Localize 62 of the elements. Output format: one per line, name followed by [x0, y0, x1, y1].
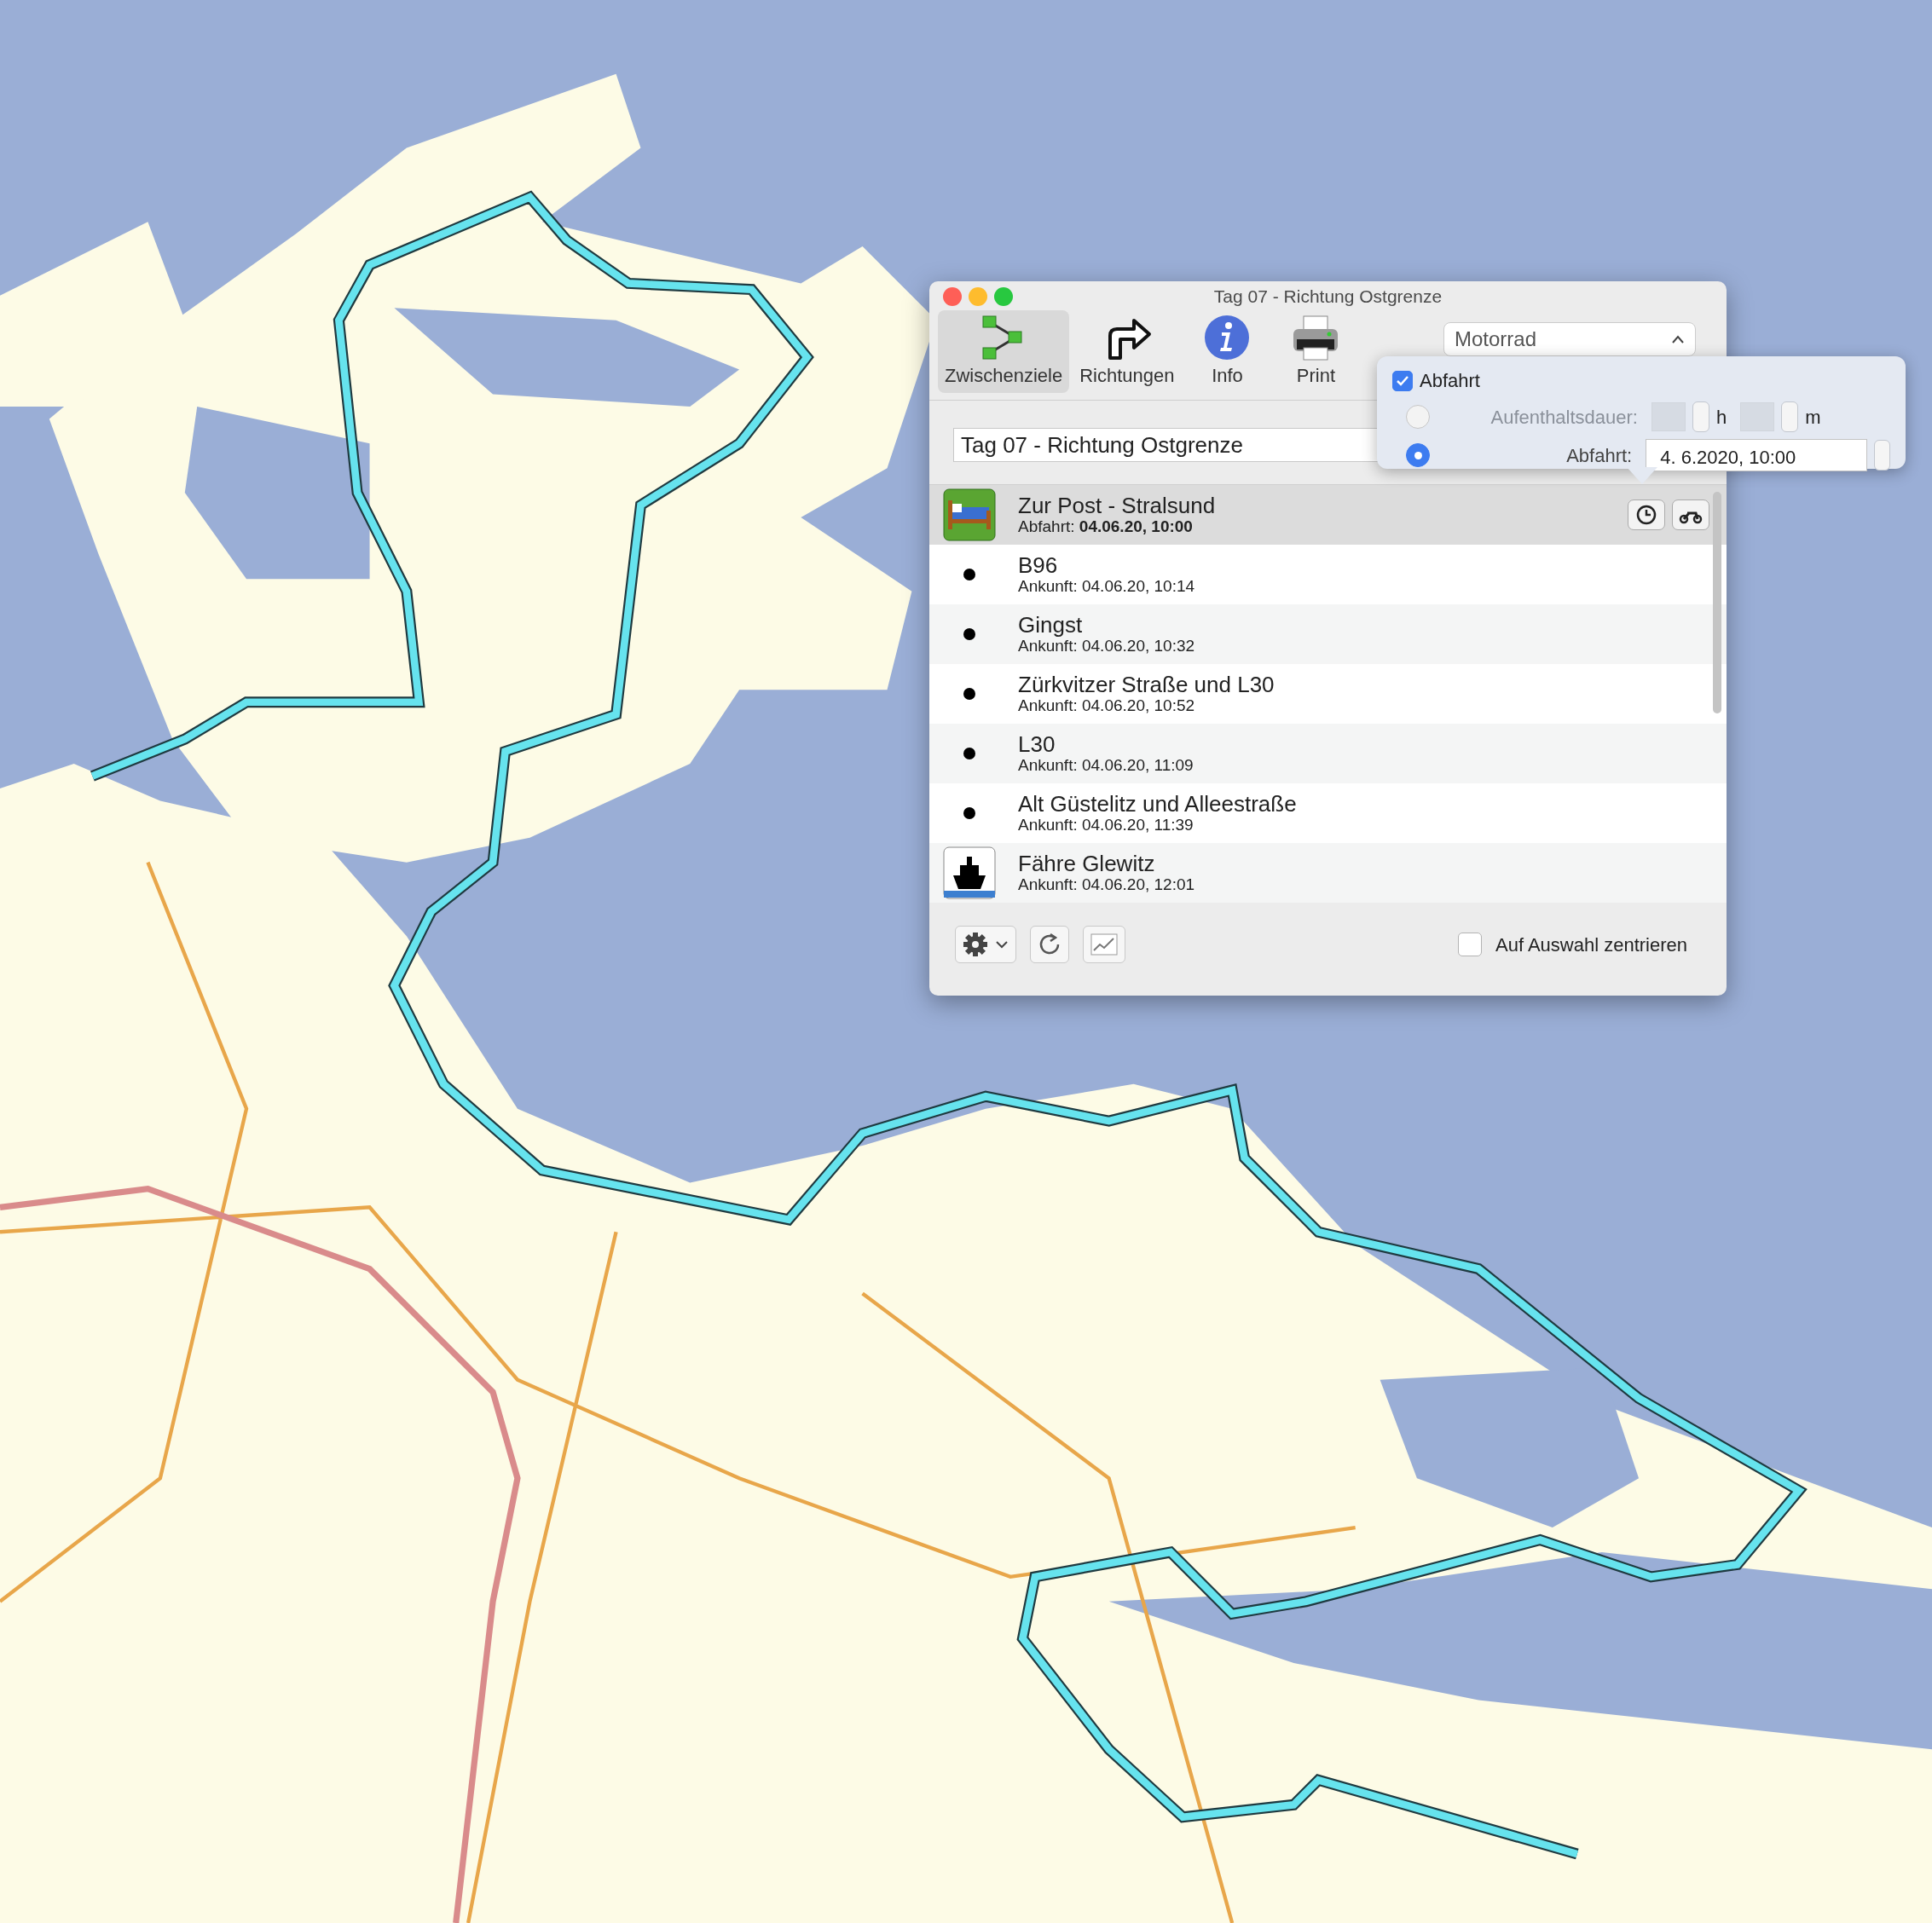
option-label: Aufenthaltsdauer: — [1489, 405, 1638, 430]
elevation-chart-button[interactable] — [1083, 926, 1125, 963]
bed-icon — [943, 488, 996, 541]
waypoint-time: Abfahrt: 04.06.20, 10:00 — [1018, 517, 1194, 537]
window-control-icon[interactable] — [994, 287, 1013, 306]
waypoint-name: Fähre Glewitz — [1018, 851, 1156, 876]
waypoint-dot-icon — [963, 688, 975, 700]
refresh-icon — [1038, 933, 1061, 956]
waypoint-name: Zur Post - Stralsund — [1018, 493, 1217, 518]
checkbox-label: Abfahrt — [1420, 369, 1480, 393]
waypoint-dot-icon — [963, 628, 975, 640]
clock-button[interactable] — [1628, 500, 1665, 530]
radio-button[interactable] — [1406, 405, 1430, 429]
toolbar-tab[interactable]: Print — [1273, 310, 1359, 393]
waypoint-name: B96 — [1018, 552, 1059, 578]
unit-label: h — [1716, 405, 1727, 430]
date-field[interactable]: 4. 6.2020, 10:00 — [1646, 439, 1867, 471]
waypoint-row[interactable]: B96 Ankunft: 04.06.20, 10:14 — [929, 545, 1727, 604]
waypoint-time: Ankunft: 04.06.20, 10:32 — [1018, 637, 1196, 656]
clock-icon — [1635, 504, 1657, 526]
vehicle-popup-button[interactable]: Motorrad — [1443, 322, 1696, 356]
radio-button[interactable] — [1406, 443, 1430, 467]
checkbox-label: Auf Auswahl zentrieren — [1495, 933, 1687, 957]
waypoint-row[interactable]: Fähre Glewitz Ankunft: 04.06.20, 12:01 — [929, 843, 1727, 903]
line-chart-icon — [1090, 933, 1118, 956]
waypoint-row[interactable]: Zürkvitzer Straße und L30 Ankunft: 04.06.20, 10:52 — [929, 664, 1727, 724]
gear-menu-button[interactable] — [955, 926, 1016, 963]
waypoint-row[interactable]: Zur Post - Stralsund Abfahrt: 04.06.20, 10:00 — [929, 485, 1727, 545]
waypoint-dot-icon — [963, 748, 975, 759]
window-title: Tag 07 - Richtung Ostgrenze — [1213, 286, 1443, 309]
motorcycle-button[interactable] — [1672, 500, 1709, 530]
waypoint-name: L30 — [1018, 731, 1056, 757]
waypoint-time: Ankunft: 04.06.20, 12:01 — [1018, 875, 1196, 895]
scrollbar[interactable] — [1713, 492, 1721, 713]
unit-label: m — [1805, 405, 1821, 430]
waypoint-row[interactable]: L30 Ankunft: 04.06.20, 11:09 — [929, 724, 1727, 783]
chevron-icon — [995, 939, 1009, 950]
stepper[interactable] — [1781, 401, 1799, 432]
chevron-icon — [1671, 334, 1685, 344]
toolbar-tab[interactable]: Zwischenziele — [938, 310, 1070, 393]
toolbar-tab[interactable]: Richtungen — [1073, 310, 1182, 393]
toolbar-tab[interactable]: Info — [1184, 310, 1270, 393]
waypoint-row[interactable]: Gingst Ankunft: 04.06.20, 10:32 — [929, 604, 1727, 664]
gear-icon — [963, 932, 988, 957]
stepper[interactable] — [1873, 440, 1890, 471]
window-control-icon[interactable] — [943, 287, 962, 306]
checkbox[interactable] — [1457, 933, 1482, 956]
waypoint-name: Alt Güstelitz und Alleestraße — [1018, 791, 1298, 817]
waypoint-row[interactable]: Alt Güstelitz und Alleestraße Ankunft: 04.06.20, 11:39 — [929, 783, 1727, 843]
ship-icon — [943, 846, 996, 899]
waypoint-time: Ankunft: 04.06.20, 11:39 — [1018, 816, 1194, 835]
waypoint-time: Ankunft: 04.06.20, 11:09 — [1018, 756, 1194, 776]
refresh-button[interactable] — [1030, 926, 1069, 963]
waypoint-dot-icon — [963, 807, 975, 819]
waypoint-dot-icon — [963, 569, 975, 580]
waypoint-time: Ankunft: 04.06.20, 10:52 — [1018, 696, 1196, 716]
checkbox[interactable] — [1392, 370, 1413, 391]
waypoint-name: Gingst — [1018, 612, 1084, 638]
window-control-icon[interactable] — [969, 287, 987, 306]
stepper[interactable] — [1692, 401, 1709, 432]
waypoint-time: Ankunft: 04.06.20, 10:14 — [1018, 577, 1196, 597]
waypoint-name: Zürkvitzer Straße und L30 — [1018, 672, 1275, 697]
